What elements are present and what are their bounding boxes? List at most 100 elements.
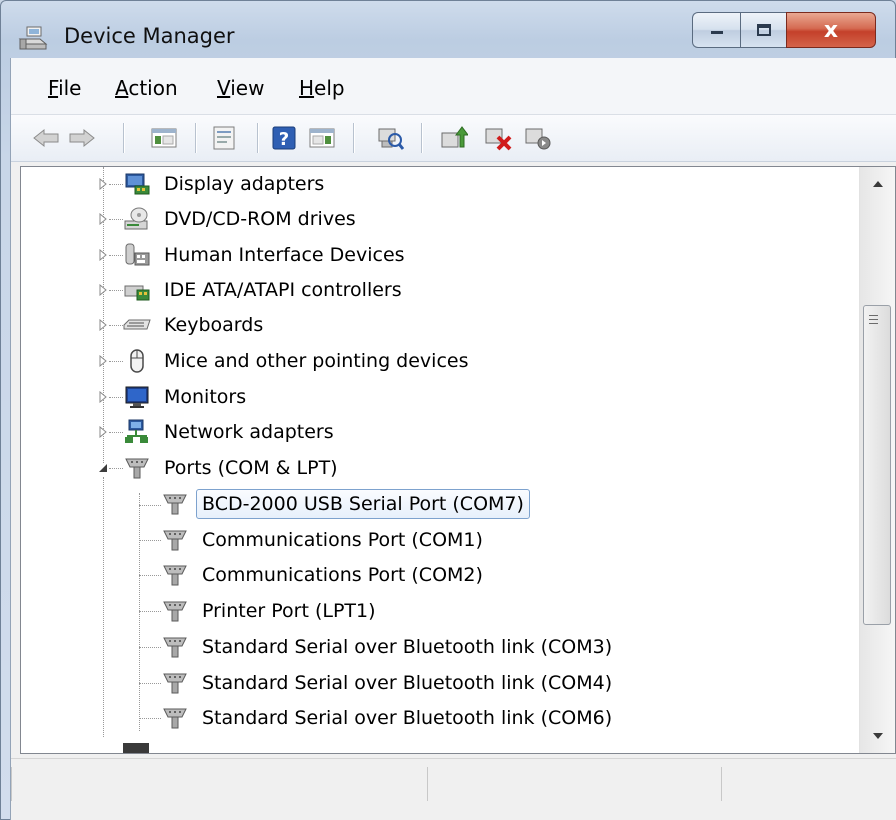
- tree-line: [103, 167, 104, 463]
- tree-item-port-bcd-2000-com7[interactable]: BCD-2000 USB Serial Port (COM7): [161, 487, 530, 521]
- tree-item-port-com3[interactable]: Standard Serial over Bluetooth link (COM…: [161, 630, 618, 664]
- uninstall-button[interactable]: [483, 123, 513, 153]
- expand-arrow-icon[interactable]: [97, 355, 109, 367]
- tree-item-human-interface-devices[interactable]: Human Interface Devices: [123, 238, 411, 272]
- tree-item-dvd-cd-rom-drives[interactable]: DVD/CD-ROM drives: [123, 202, 362, 236]
- tree-line: [139, 493, 140, 731]
- port-icon: [163, 530, 187, 551]
- status-pane: [11, 767, 427, 801]
- tree-item-monitors[interactable]: Monitors: [123, 380, 252, 414]
- tree-item-label: Standard Serial over Bluetooth link (COM…: [202, 672, 613, 694]
- back-button[interactable]: [31, 123, 61, 153]
- tree-item-port-com6[interactable]: Standard Serial over Bluetooth link (COM…: [161, 701, 618, 735]
- expand-arrow-icon[interactable]: [97, 319, 109, 331]
- title-bar[interactable]: Device Manager x: [0, 0, 896, 58]
- tree-item-label: DVD/CD-ROM drives: [164, 208, 356, 230]
- minimize-icon: [710, 31, 723, 34]
- toolbar: ?: [11, 115, 896, 162]
- port-icon: [163, 494, 187, 515]
- tree-item-network-adapters[interactable]: Network adapters: [123, 415, 340, 449]
- close-button[interactable]: x: [786, 12, 876, 48]
- expand-arrow-icon[interactable]: [97, 391, 109, 403]
- tree-item-ide-ata-atapi-controllers[interactable]: IDE ATA/ATAPI controllers: [123, 273, 408, 307]
- expand-arrow-icon[interactable]: [97, 213, 109, 225]
- forward-button[interactable]: [67, 123, 97, 153]
- tree-item-label: Printer Port (LPT1): [202, 600, 376, 622]
- tree-item-label: Human Interface Devices: [164, 244, 405, 266]
- scroll-up-button[interactable]: [860, 167, 895, 201]
- tree-line: [139, 505, 161, 506]
- properties-button[interactable]: [209, 123, 239, 153]
- menu-help[interactable]: Help: [299, 76, 345, 100]
- expand-arrow-icon[interactable]: [97, 178, 109, 190]
- tree-item-port-lpt1[interactable]: Printer Port (LPT1): [161, 594, 382, 628]
- tree-item-label: Keyboards: [164, 314, 264, 336]
- menu-view[interactable]: View: [217, 76, 264, 100]
- tree-item-keyboards[interactable]: Keyboards: [123, 308, 269, 342]
- tree-item-port-com2[interactable]: Communications Port (COM2): [161, 558, 489, 592]
- scroll-down-button[interactable]: [860, 719, 895, 753]
- show-hide-console-tree-button[interactable]: [149, 123, 179, 153]
- port-icon: [163, 637, 187, 658]
- tree-item-port-com1[interactable]: Communications Port (COM1): [161, 523, 489, 557]
- scroll-thumb[interactable]: [863, 305, 891, 625]
- tree-item-ports-com-lpt[interactable]: Ports (COM & LPT): [123, 451, 344, 485]
- menu-bar: File Action View Help: [11, 58, 896, 115]
- status-pane: [721, 767, 894, 801]
- tree-line: [109, 432, 123, 433]
- toolbar-separator: [353, 123, 354, 153]
- show-action-pane-button[interactable]: [307, 123, 337, 153]
- menu-file[interactable]: File: [48, 76, 81, 100]
- keyboard-icon: [123, 319, 151, 330]
- toolbar-separator: [257, 123, 258, 153]
- device-manager-icon: [18, 26, 48, 50]
- menu-action[interactable]: Action: [115, 76, 178, 100]
- update-driver-button[interactable]: [439, 123, 469, 153]
- tree-item-label: Mice and other pointing devices: [164, 350, 469, 372]
- hid-icon: [125, 243, 150, 266]
- next-category-icon: [123, 743, 149, 753]
- maximize-button[interactable]: [740, 12, 786, 48]
- tree-line: [139, 611, 161, 612]
- tree-line: [109, 255, 123, 256]
- tree-line: [109, 184, 123, 185]
- minimize-button[interactable]: [692, 12, 740, 48]
- tree-item-label: IDE ATA/ATAPI controllers: [164, 279, 402, 301]
- device-manager-window: Device Manager x File Action View Help ?…: [0, 0, 896, 820]
- display-adapter-icon: [125, 173, 150, 195]
- status-pane: [427, 767, 720, 801]
- tree-item-label: Network adapters: [164, 421, 334, 443]
- device-tree[interactable]: Display adapters DVD/CD-ROM drives Human…: [20, 166, 896, 754]
- network-adapter-icon: [125, 419, 148, 443]
- expand-arrow-icon[interactable]: [97, 284, 109, 296]
- collapse-arrow-icon[interactable]: [97, 462, 109, 474]
- scroll-grip-icon: [869, 315, 878, 325]
- toolbar-separator: [123, 123, 124, 153]
- tree-line: [139, 540, 161, 541]
- update-driver-icon: [441, 126, 468, 148]
- tree-line: [139, 718, 161, 719]
- uninstall-icon: [485, 128, 512, 151]
- mouse-icon: [130, 349, 144, 373]
- scan-hardware-changes-button[interactable]: [375, 123, 405, 153]
- tree-item-label: Standard Serial over Bluetooth link (COM…: [202, 707, 613, 729]
- tree-line: [103, 477, 104, 737]
- expand-arrow-icon[interactable]: [97, 249, 109, 261]
- help-button[interactable]: ?: [269, 123, 299, 153]
- expand-arrow-icon[interactable]: [97, 426, 109, 438]
- scroll-up-arrow-icon: [872, 181, 883, 187]
- port-icon: [163, 673, 187, 694]
- tree-item-mice-and-other-pointing-devices[interactable]: Mice and other pointing devices: [123, 344, 474, 378]
- tree-line: [139, 647, 161, 648]
- caption-buttons: x: [692, 12, 876, 48]
- tree-line: [109, 219, 123, 220]
- show-action-pane-icon: [309, 128, 335, 148]
- forward-icon: [69, 128, 95, 148]
- ide-controller-icon: [124, 285, 150, 301]
- tree-item-display-adapters[interactable]: Display adapters: [123, 167, 330, 201]
- close-icon: x: [823, 17, 839, 43]
- vertical-scrollbar[interactable]: [859, 167, 895, 753]
- tree-item-port-com4[interactable]: Standard Serial over Bluetooth link (COM…: [161, 666, 618, 700]
- port-icon: [125, 458, 149, 479]
- disable-button[interactable]: [523, 123, 553, 153]
